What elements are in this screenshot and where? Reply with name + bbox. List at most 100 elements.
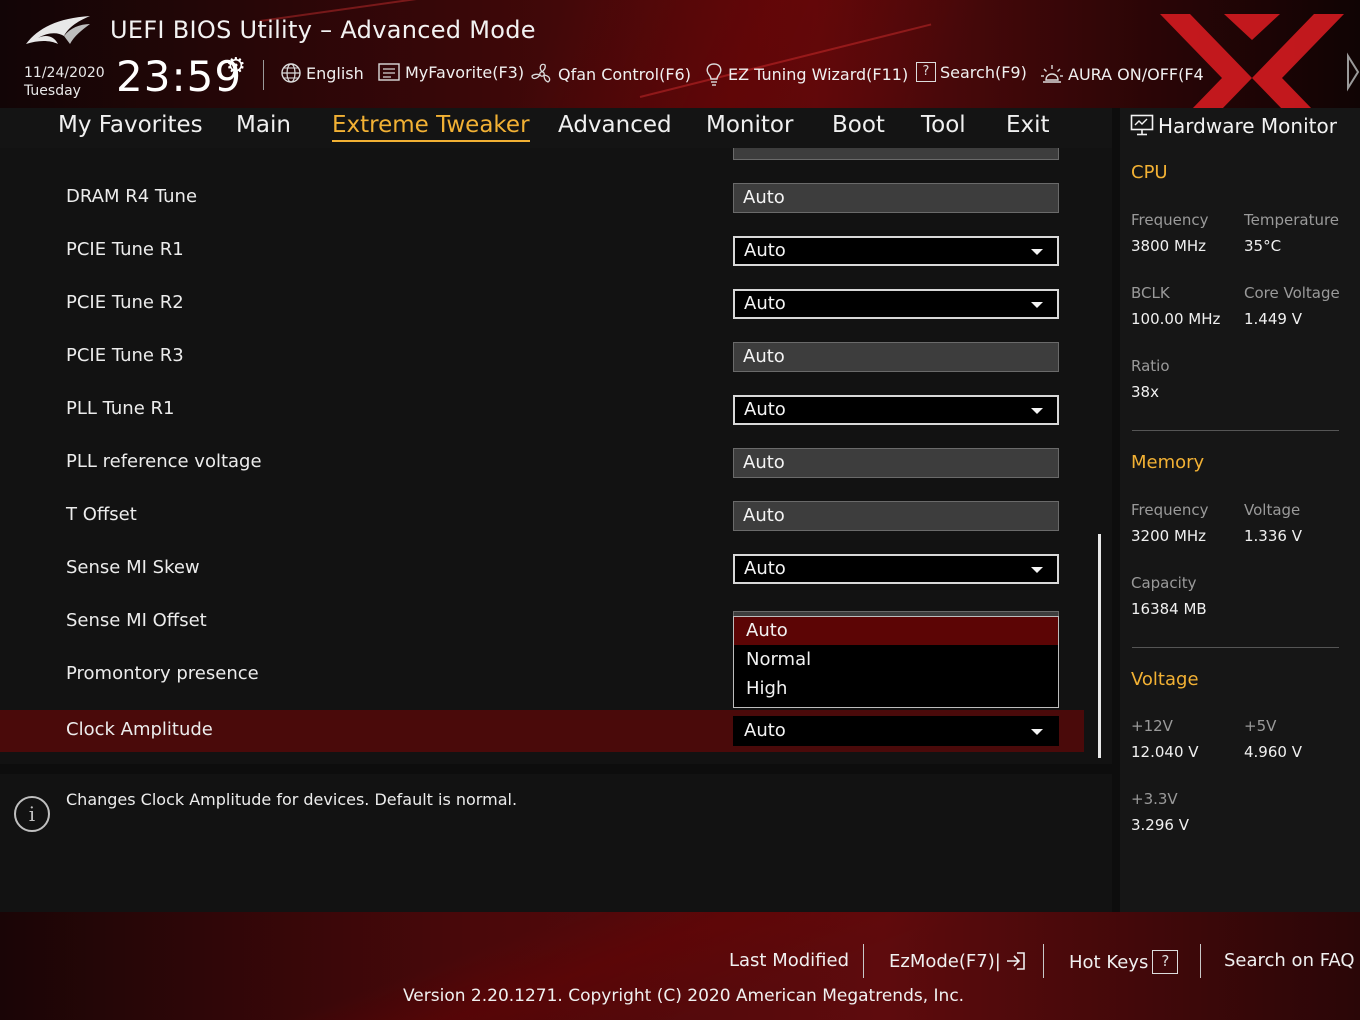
hardware-monitor-title: Hardware Monitor (1130, 114, 1337, 138)
core-voltage-value: 1.449 V (1244, 310, 1302, 328)
hot-keys-button[interactable]: Hot Keys ? (1069, 950, 1179, 974)
ezmode-label: EzMode(F7)| (889, 950, 1001, 972)
ratio-label: Ratio (1131, 357, 1170, 375)
setting-label: Promontory presence (66, 663, 259, 684)
setting-dropdown[interactable]: Auto (733, 289, 1059, 319)
tab-exit[interactable]: Exit (1006, 112, 1050, 138)
memory-voltage-value: 1.336 V (1244, 527, 1302, 545)
tab-tool[interactable]: Tool (921, 112, 966, 138)
setting-row-dram-r4-tune[interactable]: DRAM R4 Tune Auto (0, 177, 1084, 219)
dropdown-value: Auto (744, 293, 786, 314)
setting-row-pll-tune-r1[interactable]: PLL Tune R1 Auto (0, 389, 1084, 431)
date-display: 11/24/2020 Tuesday (24, 64, 105, 100)
qfan-label: Qfan Control(F6) (558, 64, 691, 84)
caret-down-icon (1031, 249, 1043, 255)
setting-label: T Offset (66, 504, 137, 525)
qfan-control-button[interactable]: Qfan Control(F6) (530, 62, 691, 86)
capacity-label: Capacity (1131, 574, 1197, 592)
info-icon: i (14, 796, 50, 832)
setting-dropdown[interactable]: Auto (733, 716, 1059, 746)
setting-label: PCIE Tune R2 (66, 292, 184, 313)
help-panel: i Changes Clock Amplitude for devices. D… (0, 774, 1112, 912)
setting-dropdown[interactable]: Auto (733, 395, 1059, 425)
favorite-list-icon (378, 63, 400, 81)
ez-tuning-wizard-button[interactable]: EZ Tuning Wizard(F11) (704, 62, 908, 86)
myfavorite-button[interactable]: MyFavorite(F3) (377, 62, 524, 82)
lightbulb-icon (706, 63, 722, 86)
setting-row-pcie-tune-r1[interactable]: PCIE Tune R1 Auto (0, 230, 1084, 272)
scroll-right-arrow-icon[interactable] (1344, 52, 1360, 92)
cpu-frequency-value: 3800 MHz (1131, 237, 1207, 255)
tab-advanced[interactable]: Advanced (558, 112, 672, 138)
setting-label: PLL reference voltage (66, 451, 262, 472)
dropdown-value: Auto (744, 720, 786, 741)
v5-value: 4.960 V (1244, 743, 1302, 761)
setting-row-pll-reference-voltage[interactable]: PLL reference voltage Auto (0, 442, 1084, 484)
dropdown-option-high[interactable]: High (734, 675, 1058, 703)
memory-voltage-label: Voltage (1244, 501, 1301, 519)
cpu-temperature-label: Temperature (1244, 211, 1340, 229)
setting-row-clock-amplitude[interactable]: Clock Amplitude Auto (0, 710, 1084, 752)
v33-value: 3.296 V (1131, 816, 1189, 834)
hardware-monitor-panel: Hardware Monitor CPU Frequency 3800 MHz … (1120, 108, 1360, 912)
weekday-text: Tuesday (24, 83, 81, 99)
rog-logo-icon (26, 16, 90, 44)
core-voltage-label: Core Voltage (1244, 284, 1340, 302)
footer-bar: Last Modified EzMode(F7)| Hot Keys ? Sea… (0, 912, 1360, 1020)
setting-row-pcie-tune-r2[interactable]: PCIE Tune R2 Auto (0, 283, 1084, 325)
search-button[interactable]: ? Search(F9) (916, 62, 1027, 82)
section-divider (1132, 647, 1339, 648)
header-divider (263, 60, 264, 90)
setting-row-t-offset[interactable]: T Offset Auto (0, 495, 1084, 537)
app-title: UEFI BIOS Utility – Advanced Mode (110, 16, 536, 44)
v12-value: 12.040 V (1131, 743, 1199, 761)
v5-label: +5V (1244, 717, 1277, 735)
tab-boot[interactable]: Boot (832, 112, 885, 138)
setting-label: PLL Tune R1 (66, 398, 175, 419)
ezmode-button[interactable]: EzMode(F7)| (889, 950, 1027, 972)
footer-divider (1043, 944, 1044, 978)
date-text: 11/24/2020 (24, 65, 105, 81)
dropdown-option-normal[interactable]: Normal (734, 646, 1058, 674)
v12-label: +12V (1131, 717, 1173, 735)
footer-divider (1200, 944, 1201, 978)
search-on-faq-button[interactable]: Search on FAQ (1224, 950, 1355, 971)
setting-row-pcie-tune-r3[interactable]: PCIE Tune R3 Auto (0, 336, 1084, 378)
tab-monitor[interactable]: Monitor (706, 112, 793, 138)
setting-value-field: Auto (733, 183, 1059, 213)
caret-down-icon (1031, 567, 1043, 573)
bclk-label: BCLK (1131, 284, 1170, 302)
setting-dropdown[interactable]: Auto (733, 236, 1059, 266)
setting-value-field (733, 148, 1059, 160)
setting-label: DRAM R4 Tune (66, 186, 198, 207)
settings-gear-icon[interactable]: ⚙ (226, 54, 246, 79)
settings-list: DRAM R4 Tune Auto PCIE Tune R1 Auto PCIE… (0, 148, 1112, 764)
dropdown-option-auto[interactable]: Auto (734, 617, 1058, 645)
cpu-heading: CPU (1131, 162, 1168, 183)
section-divider (1132, 430, 1339, 431)
hot-keys-label: Hot Keys (1069, 951, 1149, 973)
capacity-value: 16384 MB (1131, 600, 1207, 618)
ez-tuning-label: EZ Tuning Wizard(F11) (728, 64, 909, 84)
tab-main[interactable]: Main (236, 112, 291, 138)
v33-label: +3.3V (1131, 790, 1178, 808)
tab-extreme-tweaker[interactable]: Extreme Tweaker (332, 112, 530, 142)
last-modified-button[interactable]: Last Modified (729, 950, 849, 971)
setting-dropdown[interactable]: Auto (733, 554, 1059, 584)
help-text: Changes Clock Amplitude for devices. Def… (66, 790, 518, 809)
language-label: English (306, 63, 364, 83)
exit-arrow-icon (1006, 952, 1025, 970)
dropdown-value: Auto (744, 558, 786, 579)
setting-row-sense-mi-skew[interactable]: Sense MI Skew Auto (0, 548, 1084, 590)
memory-frequency-value: 3200 MHz (1131, 527, 1207, 545)
tab-my-favorites[interactable]: My Favorites (58, 112, 203, 138)
clock-display: 23:59 (116, 52, 243, 101)
list-scrollbar[interactable] (1098, 534, 1101, 758)
bclk-value: 100.00 MHz (1131, 310, 1221, 328)
language-button[interactable]: English (280, 62, 364, 84)
ratio-value: 38x (1131, 383, 1159, 401)
dropdown-value: Auto (744, 240, 786, 261)
footer-divider (863, 944, 864, 978)
setting-label: Sense MI Skew (66, 557, 200, 578)
memory-frequency-label: Frequency (1131, 501, 1209, 519)
